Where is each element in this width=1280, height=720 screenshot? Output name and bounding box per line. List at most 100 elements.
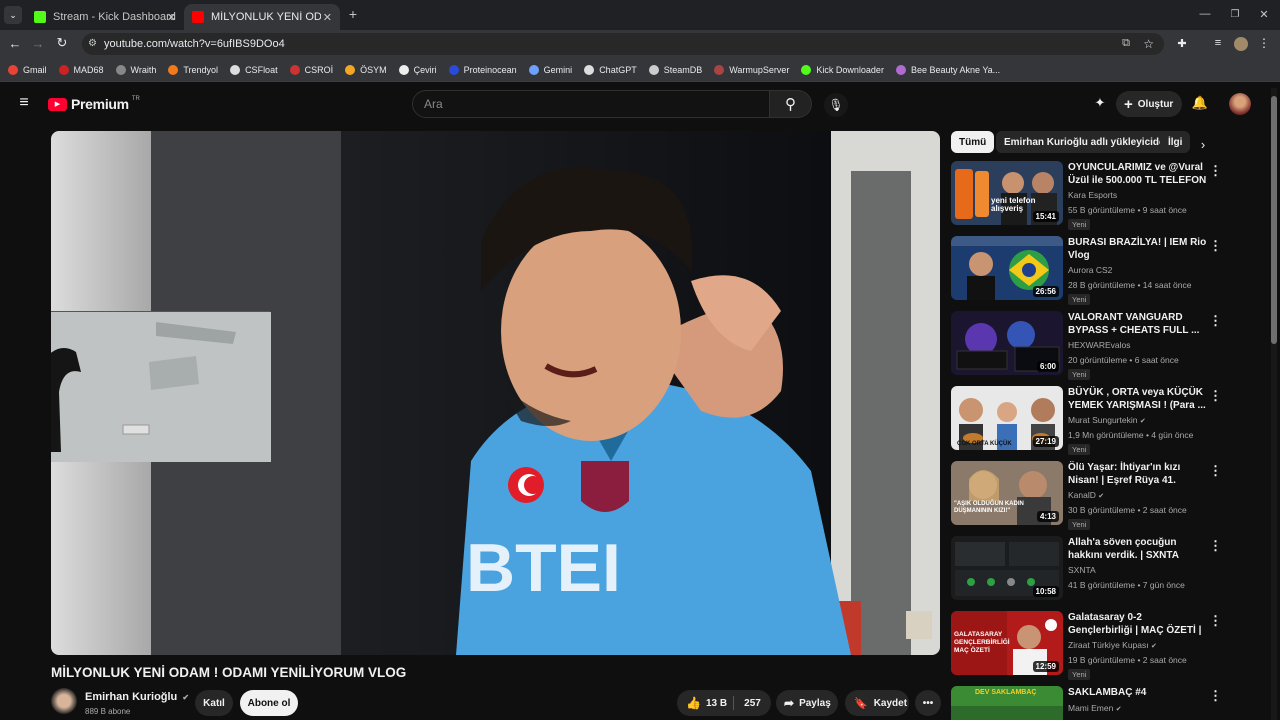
tab-kick-dashboard[interactable]: Stream - Kick Dashboard ✕ xyxy=(26,4,184,30)
chip-all[interactable]: Tümü xyxy=(951,131,995,153)
bookmark-kick-downloader[interactable]: Kick Downloader xyxy=(801,64,884,75)
account-avatar[interactable] xyxy=(1229,93,1251,115)
more-vert-icon[interactable]: ⋮ xyxy=(1209,538,1222,554)
browser-toolbar: ← → ↻ ⚙ youtube.com/watch?v=6ufIBS9DOo4 … xyxy=(0,30,1280,58)
url-text: youtube.com/watch?v=6ufIBS9DOo4 xyxy=(104,38,285,50)
channel-avatar[interactable] xyxy=(51,688,77,714)
more-vert-icon[interactable]: ⋮ xyxy=(1209,463,1222,479)
bookmark-proteinocean[interactable]: Proteinocean xyxy=(448,64,517,75)
premium-feature-icon[interactable]: ✦ xyxy=(1092,95,1108,111)
channel-name-row[interactable]: Emirhan Kurioğlu ✔ xyxy=(85,691,189,703)
like-dislike-segment: 👍 13 B 257 xyxy=(677,690,771,716)
recommendation-item[interactable]: 10:58 Allah'a söven çocuğun hakkını verd… xyxy=(951,536,1251,608)
tab-search-icon[interactable]: ⌄ xyxy=(4,6,22,24)
back-icon[interactable]: ← xyxy=(8,36,22,51)
site-info-icon[interactable]: ⚙ xyxy=(88,38,97,49)
recommendation-item[interactable]: GALATASARAY GENÇLERBİRLİĞİ MAÇ ÖZETİ 12:… xyxy=(951,611,1251,683)
reading-list-icon[interactable]: ≡ xyxy=(1211,36,1225,50)
rec-meta: 19 B görüntüleme • 2 saat önce xyxy=(1068,655,1187,665)
video-thumbnail: "AŞIK OLDUĞUN KADIN DÜŞMANININ KIZI!" 4:… xyxy=(951,461,1063,525)
share-button[interactable]: ➦ Paylaş xyxy=(776,690,838,716)
tab-youtube-video[interactable]: MİLYONLUK YENİ ODAM ! ODAM ✕ xyxy=(184,4,340,30)
profile-avatar[interactable] xyxy=(1234,37,1248,51)
browser-menu-icon[interactable]: ⋮ xyxy=(1258,36,1270,50)
close-window-icon[interactable]: ✕ xyxy=(1257,7,1271,21)
chevron-right-icon[interactable]: › xyxy=(1192,135,1214,153)
bookmark-star-icon[interactable]: ☆ xyxy=(1143,37,1154,51)
new-tab-icon[interactable]: + xyxy=(346,6,360,22)
mad68-icon xyxy=(58,64,69,75)
more-vert-icon[interactable]: ⋮ xyxy=(1209,313,1222,329)
address-bar[interactable]: ⚙ youtube.com/watch?v=6ufIBS9DOo4 ⧉ ☆ xyxy=(82,33,1164,55)
tab-label: Stream - Kick Dashboard xyxy=(53,11,176,23)
minimize-icon[interactable]: — xyxy=(1198,7,1212,21)
kick-favicon-icon xyxy=(34,11,46,23)
bookmark-trendyol[interactable]: Trendyol xyxy=(168,64,218,75)
youtube-premium-logo[interactable]: ▶ Premium TR xyxy=(48,93,140,115)
bookmark-chatgpt[interactable]: ChatGPT xyxy=(584,64,637,75)
restore-icon[interactable]: ❐ xyxy=(1228,7,1242,21)
reaction-count: 257 xyxy=(744,697,761,709)
voice-search-icon[interactable]: 🎙 xyxy=(824,93,848,117)
bookmark-ceviri[interactable]: Çeviri xyxy=(398,64,437,75)
extensions-icon[interactable]: ✚ xyxy=(1175,36,1189,50)
menu-hamburger-icon[interactable]: ≡ xyxy=(16,94,32,111)
search-input[interactable]: Ara xyxy=(412,90,770,118)
bookmark-osym[interactable]: ÖSYM xyxy=(345,64,387,75)
video-player[interactable]: BTEI xyxy=(51,131,940,655)
join-button[interactable]: Katıl xyxy=(195,690,233,716)
more-vert-icon[interactable]: ⋮ xyxy=(1209,688,1222,704)
page-scrollbar[interactable] xyxy=(1271,88,1277,720)
recommendation-item[interactable]: "AŞIK OLDUĞUN KADIN DÜŞMANININ KIZI!" 4:… xyxy=(951,461,1251,533)
close-tab-icon[interactable]: ✕ xyxy=(323,11,332,24)
more-vert-icon[interactable]: ⋮ xyxy=(1209,163,1222,179)
region-code: TR xyxy=(131,96,140,102)
gmail-icon xyxy=(8,64,18,75)
recommendation-item[interactable]: 26:56 BURASI BRAZİLYA! | IEM Rio Vlog Au… xyxy=(951,236,1251,308)
csroi-icon xyxy=(289,64,300,75)
bookmark-wraith[interactable]: Wraith xyxy=(115,64,156,75)
chip-from-uploader[interactable]: Emirhan Kurioğlu adlı yükleyiciden xyxy=(996,131,1179,153)
create-button[interactable]: + Oluştur xyxy=(1116,91,1182,117)
verified-check-icon: ✔ xyxy=(1139,418,1146,425)
bookmark-bee-beauty[interactable]: Bee Beauty Akne Ya... xyxy=(895,64,1000,75)
bookmark-gmail[interactable]: Gmail xyxy=(8,64,47,75)
youtube-favicon-icon xyxy=(192,11,204,23)
install-app-icon[interactable]: ⧉ xyxy=(1122,37,1130,50)
duration-badge: 15:41 xyxy=(1032,211,1059,222)
reload-icon[interactable]: ↻ xyxy=(55,35,69,50)
subscribe-button[interactable]: Abone ol xyxy=(240,690,298,716)
search-button[interactable]: ⚲ xyxy=(770,90,812,118)
video-title: MİLYONLUK YENİ ODAM ! ODAMI YENİLİYORUM … xyxy=(51,665,407,680)
scrollbar-thumb[interactable] xyxy=(1271,96,1277,344)
bookmark-mad68[interactable]: MAD68 xyxy=(58,64,104,75)
chip-related[interactable]: İlgi xyxy=(1160,131,1190,153)
video-thumbnail: 10:58 xyxy=(951,536,1063,600)
video-thumbnail: ÇOK ORTA KÜÇÜK 27:19 xyxy=(951,386,1063,450)
bookmark-csroi[interactable]: CSROİ xyxy=(289,64,333,75)
new-badge: Yeni xyxy=(1068,294,1091,305)
more-vert-icon[interactable]: ⋮ xyxy=(1209,613,1222,629)
recommendation-item[interactable]: DEV SAKLAMBAÇ SAKLAMBAÇ #4 Mami Emen ✔ ⋮ xyxy=(951,686,1251,720)
new-badge: Yeni xyxy=(1068,669,1091,680)
save-button[interactable]: 🔖 Kaydet xyxy=(845,690,909,716)
browser-tab-bar: ⌄ Stream - Kick Dashboard ✕ MİLYONLUK YE… xyxy=(0,0,1280,30)
more-vert-icon[interactable]: ⋮ xyxy=(1209,388,1222,404)
like-button[interactable]: 👍 13 B xyxy=(677,690,733,716)
recommendation-item[interactable]: ÇOK ORTA KÜÇÜK 27:19 BÜYÜK , ORTA veya K… xyxy=(951,386,1251,458)
bookmark-csfloat[interactable]: CSFloat xyxy=(230,64,278,75)
reaction-count-button[interactable]: 257 xyxy=(734,690,771,716)
thumbnail-caption: DEV SAKLAMBAÇ xyxy=(975,689,1037,696)
more-vert-icon[interactable]: ⋮ xyxy=(1209,238,1222,254)
notifications-bell-icon[interactable]: 🔔 xyxy=(1192,95,1208,111)
bookmark-steamdb[interactable]: SteamDB xyxy=(648,64,702,75)
close-tab-icon[interactable]: ✕ xyxy=(167,11,176,24)
rec-channel: SXNTA xyxy=(1068,565,1096,575)
recommendation-item[interactable]: 6:00 VALORANT VANGUARD BYPASS + CHEATS F… xyxy=(951,311,1251,383)
more-actions-button[interactable]: ••• xyxy=(915,690,941,716)
bookmark-gemini[interactable]: Gemini xyxy=(528,64,572,75)
recommendation-item[interactable]: yeni telefon alışveriş 15:41 OYUNCULARIM… xyxy=(951,161,1251,233)
bookmarks-bar: Gmail MAD68 Wraith Trendyol CSFloat CSRO… xyxy=(0,58,1280,82)
forward-icon[interactable]: → xyxy=(31,36,45,51)
bookmark-warmupserver[interactable]: WarmupServer xyxy=(714,64,789,75)
